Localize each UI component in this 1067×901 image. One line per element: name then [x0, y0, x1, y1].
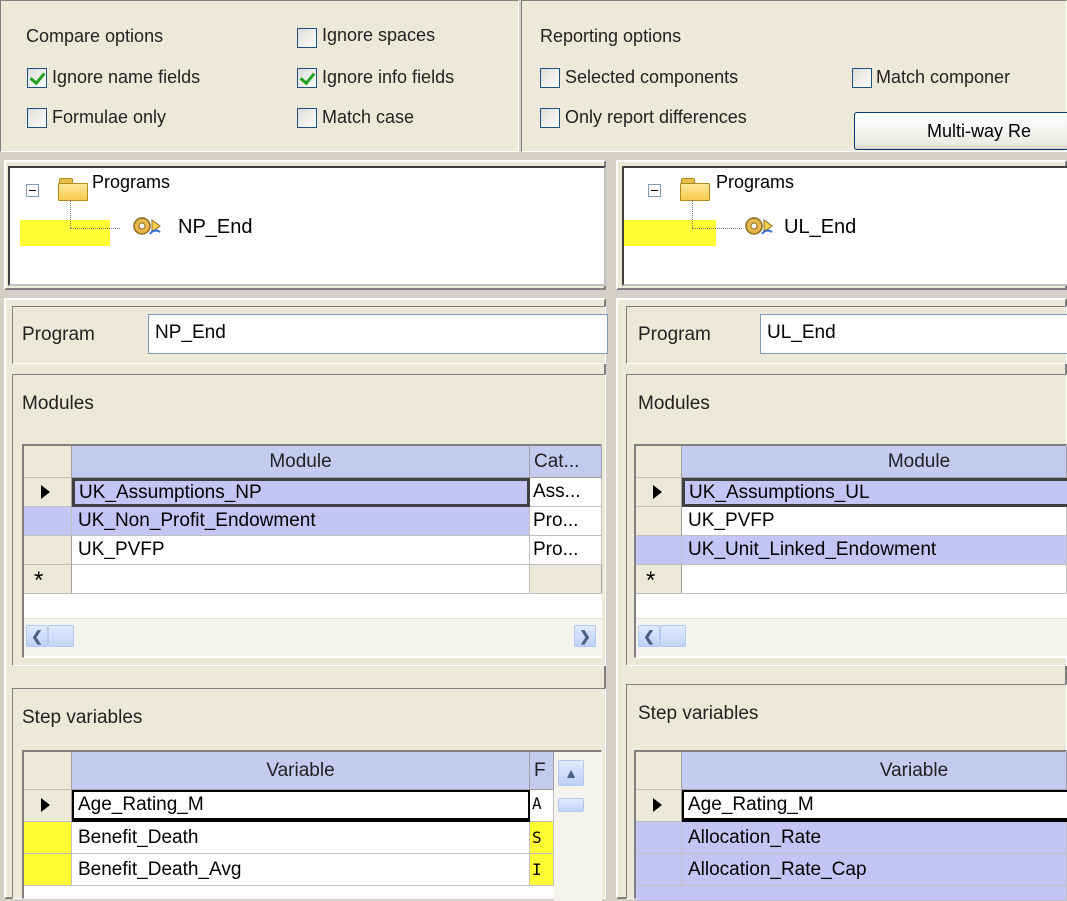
scroll-right-icon[interactable]: ❯	[574, 625, 596, 647]
step-variables-title: Step variables	[22, 707, 143, 728]
tree-program-label[interactable]: NP_End	[178, 216, 253, 239]
table-row[interactable]: Age_Rating_M	[72, 790, 530, 822]
modules-title: Modules	[22, 393, 94, 414]
ignore-info-fields-label[interactable]: Ignore info fields	[322, 67, 454, 88]
table-row[interactable]: UK_Assumptions_NP	[72, 478, 530, 507]
scroll-up-icon[interactable]: ▲	[558, 760, 584, 786]
row-pointer[interactable]	[24, 478, 72, 507]
program-gear-icon	[745, 217, 773, 235]
row-pointer-icon	[41, 798, 50, 812]
table-row[interactable]: Age_Rating_M	[682, 790, 1067, 822]
compare-options-title: Compare options	[26, 26, 164, 46]
ignore-spaces-checkbox[interactable]	[297, 28, 317, 48]
flag-column-header[interactable]: F	[530, 752, 554, 790]
tree-highlight	[624, 220, 716, 246]
right-step-variables-grid[interactable]: Variable Age_Rating_M Allocation_Rate Al…	[634, 750, 1067, 901]
tree-collapse-icon[interactable]	[26, 184, 39, 197]
step-variables-title: Step variables	[638, 703, 759, 724]
ignore-spaces-label[interactable]: Ignore spaces	[322, 25, 435, 46]
multi-way-report-button[interactable]: Multi-way Re	[854, 112, 1067, 150]
match-components-label[interactable]: Match componer	[876, 67, 1010, 88]
checkbox-checked-icon	[299, 68, 316, 86]
new-row-marker[interactable]: *	[636, 565, 682, 594]
program-name-field[interactable]: NP_End	[148, 314, 608, 354]
program-name-field[interactable]: UL_End	[760, 314, 1067, 354]
tree-root-label[interactable]: Programs	[92, 172, 170, 193]
scroll-thumb[interactable]	[558, 798, 584, 812]
program-label: Program	[638, 324, 711, 345]
match-components-checkbox[interactable]	[852, 68, 872, 88]
vertical-scrollbar[interactable]: ▲	[554, 752, 602, 901]
table-row[interactable]: UK_Assumptions_UL	[682, 478, 1067, 507]
variable-column-header[interactable]: Variable	[72, 752, 530, 790]
table-row[interactable]: UK_Non_Profit_Endowment	[72, 507, 530, 536]
left-step-variables-grid[interactable]: Variable F Age_Rating_M A Benefit_Death …	[22, 750, 602, 901]
only-report-differences-checkbox[interactable]	[540, 108, 560, 128]
checkbox-checked-icon	[29, 68, 46, 86]
match-case-checkbox[interactable]	[297, 108, 317, 128]
row-pointer[interactable]	[636, 790, 682, 822]
tree-root-label[interactable]: Programs	[716, 172, 794, 193]
row-pointer-icon	[653, 485, 662, 499]
reporting-options-title: Reporting options	[540, 26, 682, 46]
table-row[interactable]: Benefit_Death_Avg	[72, 854, 530, 886]
horizontal-scrollbar[interactable]: ❮ ❯	[24, 618, 602, 656]
table-row[interactable]: UK_PVFP	[72, 536, 530, 565]
modules-title: Modules	[638, 393, 710, 414]
scroll-left-icon[interactable]: ❮	[638, 625, 660, 647]
tree-program-label[interactable]: UL_End	[784, 216, 856, 239]
folder-open-icon	[58, 178, 88, 201]
horizontal-scrollbar[interactable]: ❮	[636, 618, 1067, 656]
scroll-thumb[interactable]	[660, 625, 686, 647]
table-row[interactable]: UK_Unit_Linked_Endowment	[682, 536, 1067, 565]
module-column-header[interactable]: Module	[682, 446, 1067, 478]
program-gear-icon	[133, 217, 161, 235]
ignore-info-fields-checkbox[interactable]	[297, 68, 317, 88]
scroll-thumb[interactable]	[48, 625, 74, 647]
category-column-header[interactable]: Cat...	[530, 446, 602, 478]
variable-column-header[interactable]: Variable	[682, 752, 1067, 790]
ignore-name-fields-checkbox[interactable]	[27, 68, 47, 88]
tree-highlight	[20, 220, 110, 246]
module-column-header[interactable]: Module	[72, 446, 530, 478]
table-row[interactable]: UK_PVFP	[682, 507, 1067, 536]
folder-open-icon	[680, 178, 710, 201]
selected-components-label[interactable]: Selected components	[565, 67, 738, 88]
table-cell[interactable]: I	[530, 854, 554, 886]
table-cell[interactable]: A	[530, 790, 554, 822]
row-pointer[interactable]	[24, 790, 72, 822]
new-row-marker[interactable]: *	[24, 565, 72, 594]
left-modules-grid[interactable]: Module Cat... UK_Assumptions_NP Ass... U…	[22, 444, 602, 658]
row-pointer[interactable]	[636, 478, 682, 507]
table-cell[interactable]: Pro...	[530, 507, 602, 536]
left-program-tree[interactable]: Programs NP_End	[8, 166, 606, 286]
table-cell[interactable]: S	[530, 822, 554, 854]
table-cell[interactable]: Ass...	[530, 478, 602, 507]
tree-collapse-icon[interactable]	[648, 184, 661, 197]
match-case-label[interactable]: Match case	[322, 107, 414, 128]
right-program-tree[interactable]: Programs UL_End	[622, 166, 1067, 286]
row-pointer-icon	[41, 485, 50, 499]
table-row[interactable]: Allocation_Rate	[682, 822, 1067, 854]
ignore-name-fields-label[interactable]: Ignore name fields	[52, 67, 200, 88]
table-row[interactable]: Benefit_Death	[72, 822, 530, 854]
formulae-only-checkbox[interactable]	[27, 108, 47, 128]
table-cell[interactable]: Pro...	[530, 536, 602, 565]
selected-components-checkbox[interactable]	[540, 68, 560, 88]
program-label: Program	[22, 324, 95, 345]
row-pointer-icon	[653, 798, 662, 812]
right-modules-grid[interactable]: Module UK_Assumptions_UL UK_PVFP UK_Unit…	[634, 444, 1067, 658]
only-report-differences-label[interactable]: Only report differences	[565, 107, 747, 128]
scroll-left-icon[interactable]: ❮	[26, 625, 48, 647]
table-row[interactable]: Allocation_Rate_Cap	[682, 854, 1067, 886]
formulae-only-label[interactable]: Formulae only	[52, 107, 166, 128]
